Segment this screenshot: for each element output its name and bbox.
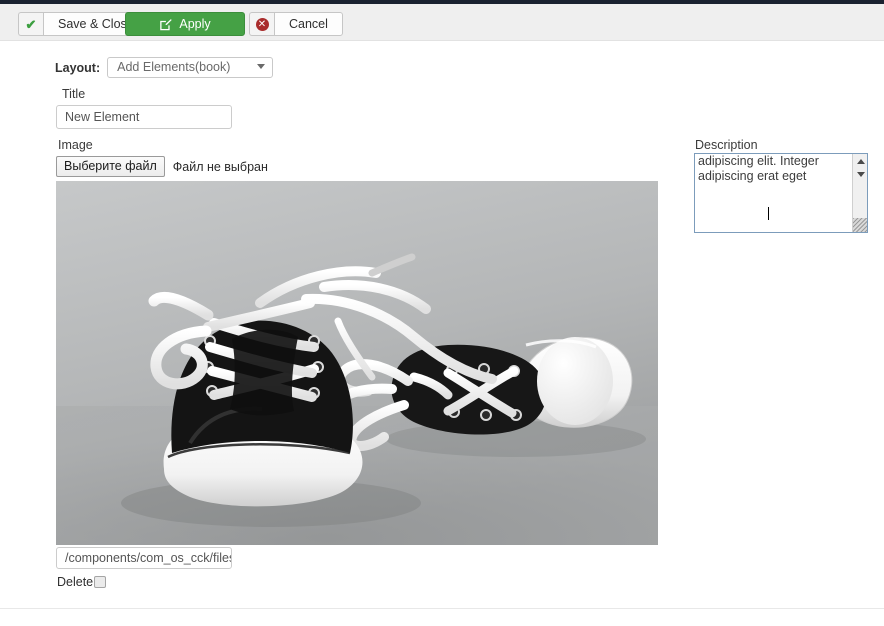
layout-field: Layout: Add Elements(book) [55,57,274,78]
chevron-down-icon [257,64,266,69]
triangle-up-icon[interactable] [853,155,867,168]
title-label: Title [62,87,86,101]
description-label: Description [695,138,758,152]
image-path-input[interactable]: /components/com_os_cck/files/image [56,547,232,569]
file-status-text: Файл не выбран [172,159,268,174]
resize-grip-icon[interactable] [853,218,867,232]
check-icon: ✔ [18,12,43,36]
image-preview [56,181,658,545]
error-circle-icon: ✕ [249,12,274,36]
image-label: Image [58,138,93,152]
text-cursor [768,207,769,220]
layout-select[interactable]: Add Elements(book) [107,57,274,78]
toolbar: ✔ Save & Close Apply ✕ Cancel [0,4,884,41]
cancel-button[interactable]: ✕ Cancel [249,12,343,36]
layout-selected-value: Add Elements(book) [117,60,231,74]
cancel-label: Cancel [274,12,343,36]
delete-label: Delete [57,575,94,589]
delete-checkbox[interactable] [94,576,107,588]
title-input[interactable]: New Element [56,105,232,129]
pencil-square-icon [159,18,173,31]
apply-button[interactable]: Apply [125,12,245,36]
apply-label: Apply [179,17,211,31]
delete-field: Delete [57,575,107,589]
bottom-divider [0,608,884,609]
choose-file-button[interactable]: Выберите файл [56,156,165,177]
triangle-down-icon[interactable] [853,168,867,181]
description-textarea[interactable]: ipsum isn't anything embarrassing.tetur … [694,153,868,233]
form-content: Layout: Add Elements(book) Title New Ele… [0,41,884,608]
description-value: ipsum isn't anything embarrassing.tetur … [698,154,819,183]
image-file-picker: Выберите файл Файл не выбран [56,156,268,177]
layout-label: Layout: [55,60,101,75]
